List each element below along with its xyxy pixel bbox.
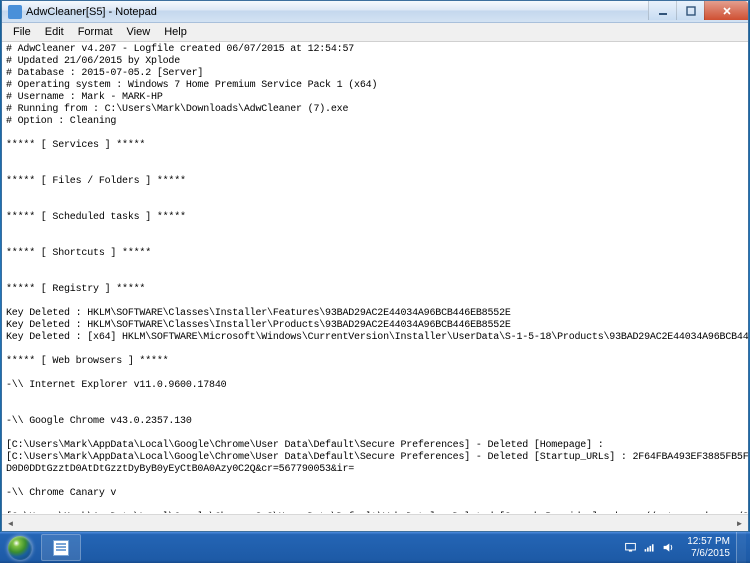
menu-file[interactable]: File xyxy=(6,24,38,40)
clock-time: 12:57 PM xyxy=(687,536,730,548)
show-desktop-button[interactable] xyxy=(736,532,746,563)
taskbar: 12:57 PM 7/6/2015 xyxy=(0,532,750,563)
menu-edit[interactable]: Edit xyxy=(38,24,71,40)
minimize-button[interactable] xyxy=(648,1,676,20)
titlebar[interactable]: AdwCleaner[S5] - Notepad xyxy=(2,1,748,23)
log-content[interactable]: # AdwCleaner v4.207 - Logfile created 06… xyxy=(2,42,748,513)
clock-date: 7/6/2015 xyxy=(687,548,730,560)
menu-format[interactable]: Format xyxy=(71,24,120,40)
system-tray: 12:57 PM 7/6/2015 xyxy=(618,532,750,563)
start-button[interactable] xyxy=(0,532,40,563)
notepad-icon xyxy=(8,5,22,19)
window-buttons xyxy=(648,1,748,20)
network-icon[interactable] xyxy=(643,541,656,554)
close-button[interactable] xyxy=(704,1,748,20)
action-center-icon[interactable] xyxy=(624,541,637,554)
scroll-right-arrow[interactable]: ► xyxy=(731,515,748,531)
tray-icons[interactable] xyxy=(618,541,681,554)
maximize-button[interactable] xyxy=(676,1,704,20)
volume-icon[interactable] xyxy=(662,541,675,554)
taskbar-notepad-button[interactable] xyxy=(41,534,81,561)
menubar: File Edit Format View Help xyxy=(2,23,748,42)
notepad-taskbar-icon xyxy=(53,540,69,556)
menu-help[interactable]: Help xyxy=(157,24,194,40)
text-area[interactable]: # AdwCleaner v4.207 - Logfile created 06… xyxy=(2,42,748,513)
scroll-left-arrow[interactable]: ◄ xyxy=(2,515,19,531)
start-orb-icon xyxy=(8,536,32,560)
window-title: AdwCleaner[S5] - Notepad xyxy=(26,6,157,18)
scroll-track[interactable] xyxy=(19,515,731,531)
menu-view[interactable]: View xyxy=(120,24,158,40)
taskbar-clock[interactable]: 12:57 PM 7/6/2015 xyxy=(681,536,736,560)
horizontal-scrollbar[interactable]: ◄ ► xyxy=(2,514,748,531)
notepad-window: AdwCleaner[S5] - Notepad File Edit Forma… xyxy=(1,0,749,532)
